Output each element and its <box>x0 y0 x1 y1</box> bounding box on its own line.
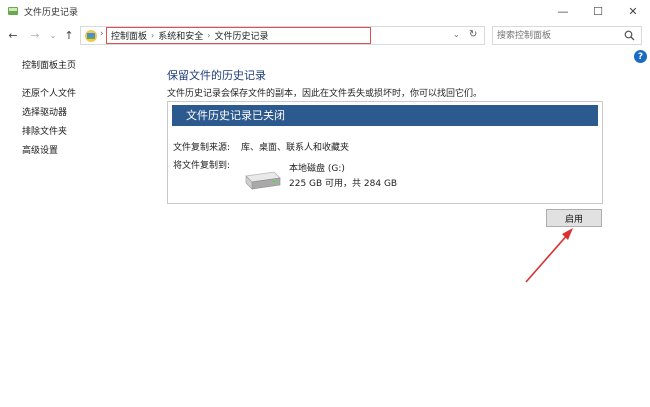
recent-locations-button[interactable]: ⌄ <box>46 27 60 43</box>
refresh-button[interactable]: ↻ <box>469 29 477 40</box>
destination-label: 将文件复制到: <box>173 161 231 171</box>
sidebar-item-select-drive[interactable]: 选择驱动器 <box>22 107 142 126</box>
breadcrumb-file-history[interactable]: 文件历史记录 <box>214 29 268 42</box>
sidebar-item-restore-files[interactable]: 还原个人文件 <box>22 88 142 107</box>
sidebar-item-advanced-settings[interactable]: 高级设置 <box>22 145 142 164</box>
page-description: 文件历史记录会保存文件的副本，因此在文件丢失或损坏时，你可以找回它们。 <box>167 89 483 99</box>
drive-space: 225 GB 可用，共 284 GB <box>289 179 398 189</box>
close-button[interactable]: ✕ <box>616 0 650 22</box>
back-button[interactable]: ← <box>6 27 20 43</box>
address-bar[interactable]: › 控制面板 › 系统和安全 › 文件历史记录 ⌄ ↻ <box>80 26 485 45</box>
maximize-button[interactable]: ☐ <box>581 0 615 22</box>
page-title: 保留文件的历史记录 <box>167 69 266 82</box>
control-panel-icon <box>85 30 97 42</box>
source-value: 库、桌面、联系人和收藏夹 <box>241 143 350 153</box>
status-panel: 文件历史记录已关闭 文件复制来源: 库、桌面、联系人和收藏夹 将文件复制到: 本… <box>167 101 603 204</box>
navigation-bar: ← → ⌄ ↑ › 控制面板 › 系统和安全 › 文件历史记录 ⌄ ↻ <box>0 24 650 46</box>
breadcrumb-root-separator: › <box>100 29 104 39</box>
search-box[interactable] <box>492 26 642 45</box>
sidebar-item-control-panel-home[interactable]: 控制面板主页 <box>22 60 142 79</box>
forward-button[interactable]: → <box>28 27 42 43</box>
file-history-icon <box>8 7 18 15</box>
breadcrumb-separator: › <box>207 31 211 40</box>
search-icon[interactable] <box>624 30 635 41</box>
minimize-button[interactable]: — <box>546 0 580 22</box>
source-label: 文件复制来源: <box>173 143 231 153</box>
address-dropdown-button[interactable]: ⌄ <box>453 30 460 39</box>
breadcrumb-separator: › <box>151 31 155 40</box>
drive-icon <box>245 171 281 190</box>
breadcrumb-system-security[interactable]: 系统和安全 <box>158 29 203 42</box>
search-input[interactable] <box>493 27 613 44</box>
title-bar: 文件历史记录 — ☐ ✕ <box>0 0 650 22</box>
drive-name: 本地磁盘 (G:) <box>289 164 345 174</box>
breadcrumb-control-panel[interactable]: 控制面板 <box>111 29 147 42</box>
sidebar: 控制面板主页 还原个人文件 选择驱动器 排除文件夹 高级设置 <box>22 60 142 164</box>
status-header: 文件历史记录已关闭 <box>172 105 598 126</box>
help-icon[interactable]: ? <box>634 50 647 63</box>
breadcrumb: 控制面板 › 系统和安全 › 文件历史记录 <box>106 27 371 44</box>
up-button[interactable]: ↑ <box>62 27 76 43</box>
sidebar-item-exclude-folders[interactable]: 排除文件夹 <box>22 126 142 145</box>
window-title: 文件历史记录 <box>24 8 79 18</box>
enable-button[interactable]: 启用 <box>546 209 602 227</box>
